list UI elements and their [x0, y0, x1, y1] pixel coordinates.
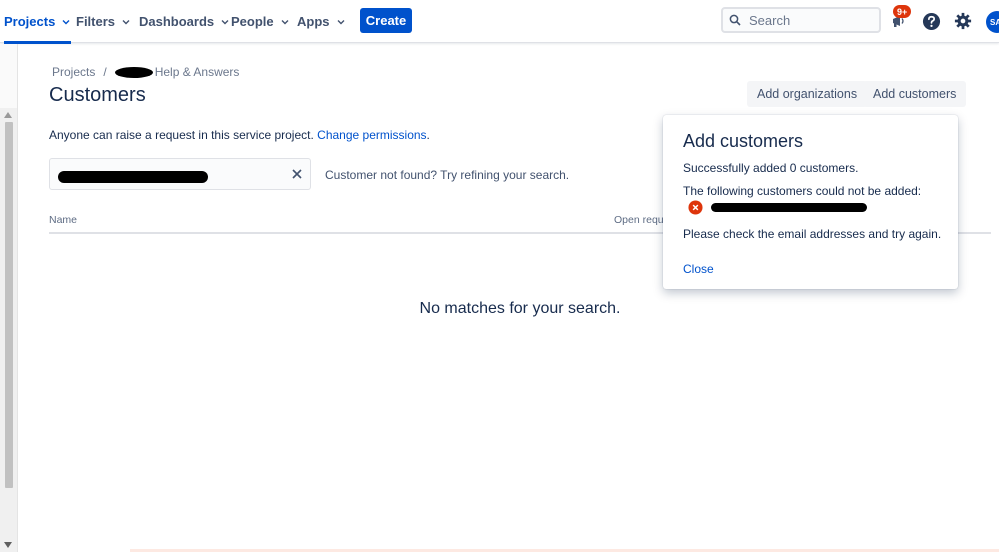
dialog-failure-text: The following customers could not be add… — [683, 184, 922, 198]
customer-search-input[interactable] — [49, 158, 311, 190]
breadcrumb-separator: / — [103, 65, 107, 79]
nav-dashboards-label: Dashboards — [139, 14, 215, 29]
page-title: Customers — [49, 84, 146, 106]
chevron-down-icon — [281, 19, 289, 24]
help-icon — [922, 12, 940, 30]
search-hint: Customer not found? Try refining your se… — [325, 168, 570, 182]
chevron-down-icon — [337, 19, 344, 24]
page-scrollbar[interactable] — [0, 108, 18, 552]
nav-projects[interactable]: Projects — [4, 0, 72, 44]
nav-people-label: People — [231, 14, 274, 29]
notification-badge: 9+ — [893, 5, 912, 18]
top-navigation: Projects Filters Dashboards People Apps … — [0, 0, 999, 44]
add-customers-dialog: Add customers Successfully added 0 custo… — [663, 115, 958, 289]
nav-filters-label: Filters — [76, 14, 116, 29]
search-input[interactable] — [749, 12, 869, 28]
empty-state-message: No matches for your search. — [419, 300, 621, 317]
nav-filters[interactable]: Filters — [76, 0, 131, 43]
chevron-down-icon — [221, 19, 229, 24]
gear-icon — [954, 12, 972, 30]
global-search[interactable] — [721, 7, 881, 33]
breadcrumb: Projects / Help & Answers — [52, 65, 239, 79]
dialog-success-text: Successfully added 0 customers. — [683, 161, 859, 175]
scroll-down-icon[interactable] — [4, 542, 12, 548]
add-organizations-button[interactable]: Add organizations — [747, 81, 868, 107]
add-customers-button[interactable]: Add customers — [863, 81, 967, 107]
permissions-info-text: Anyone can raise a request in this servi… — [49, 128, 314, 142]
nav-apps[interactable]: Apps — [297, 0, 346, 43]
search-icon — [729, 14, 741, 26]
left-sidebar-edge — [0, 44, 18, 108]
help-button[interactable] — [920, 10, 942, 32]
redacted-search-value — [58, 171, 208, 183]
redacted-project-name — [114, 66, 153, 78]
chevron-down-icon — [62, 19, 70, 24]
nav-apps-label: Apps — [297, 14, 330, 29]
dialog-close-link[interactable]: Close — [683, 262, 714, 276]
column-header-open-requests[interactable]: Open reque — [614, 214, 669, 226]
nav-projects-label: Projects — [4, 14, 56, 29]
breadcrumb-projects[interactable]: Projects — [52, 65, 95, 79]
breadcrumb-project[interactable]: Help & Answers — [155, 65, 240, 79]
permissions-info-period: . — [426, 128, 430, 142]
redacted-email — [711, 203, 867, 212]
create-button[interactable]: Create — [360, 8, 412, 33]
dialog-title: Add customers — [683, 131, 804, 151]
close-icon[interactable] — [290, 167, 304, 181]
avatar[interactable]: SA — [986, 11, 999, 33]
dialog-hint-text: Please check the email addresses and try… — [683, 227, 942, 241]
nav-people[interactable]: People — [231, 0, 290, 43]
scroll-up-icon[interactable] — [4, 112, 12, 118]
error-icon — [688, 200, 703, 215]
column-header-name[interactable]: Name — [49, 214, 77, 226]
change-permissions-link[interactable]: Change permissions — [317, 128, 426, 142]
chevron-down-icon — [122, 19, 130, 24]
nav-dashboards[interactable]: Dashboards — [139, 0, 230, 43]
permissions-info: Anyone can raise a request in this servi… — [49, 128, 430, 142]
settings-button[interactable] — [952, 10, 974, 32]
